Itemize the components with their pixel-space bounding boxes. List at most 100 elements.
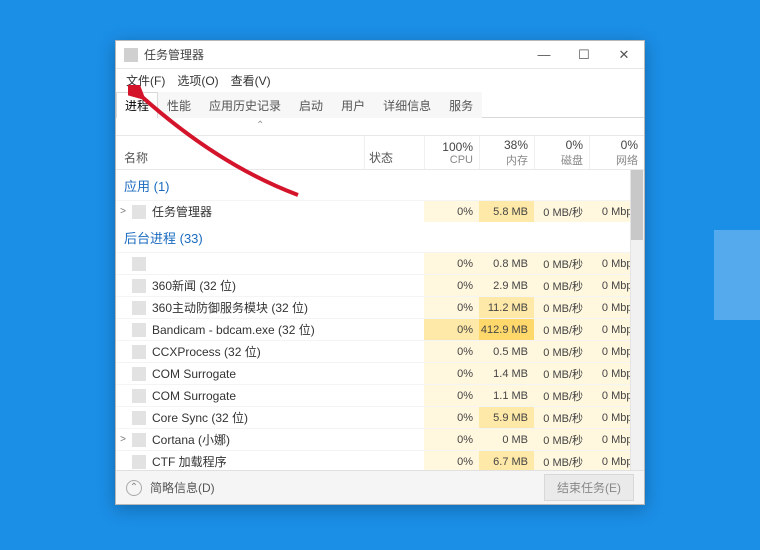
content-area: ⌃ 名称 状态 100% CPU 38% 内存 0% 磁盘 0% 网络 [116,118,644,470]
cell-disk: 0 MB/秒 [534,297,589,318]
minimize-button[interactable]: — [524,41,564,69]
net-percent: 0% [621,138,638,152]
process-row[interactable]: >任务管理器0%5.8 MB0 MB/秒0 Mbps [116,200,644,222]
cell-cpu: 0% [424,341,479,362]
header-spacer: ⌃ [116,118,644,136]
process-row[interactable]: COM Surrogate0%1.1 MB0 MB/秒0 Mbps [116,384,644,406]
cell-cpu: 0% [424,363,479,384]
menu-file[interactable]: 文件(F) [122,70,169,91]
cell-disk: 0 MB/秒 [534,319,589,340]
maximize-button[interactable]: ☐ [564,41,604,69]
cell-disk: 0 MB/秒 [534,385,589,406]
end-task-button[interactable]: 结束任务(E) [544,474,634,501]
cell-cpu: 0% [424,275,479,296]
col-status[interactable]: 状态 [364,136,424,169]
cell-memory: 5.8 MB [479,201,534,222]
process-row[interactable]: COM Surrogate0%1.4 MB0 MB/秒0 Mbps [116,362,644,384]
cell-cpu: 0% [424,407,479,428]
cell-cpu: 0% [424,297,479,318]
expand-icon[interactable]: > [116,434,130,445]
process-name: COM Surrogate [152,389,364,403]
col-name[interactable]: 名称 [116,136,364,169]
col-cpu[interactable]: 100% CPU [424,136,479,169]
process-icon [132,433,146,447]
mem-label: 内存 [506,152,528,168]
process-icon [132,205,146,219]
process-row[interactable]: Bandicam - bdcam.exe (32 位)0%412.9 MB0 M… [116,318,644,340]
cell-memory: 5.9 MB [479,407,534,428]
cell-cpu: 0% [424,451,479,470]
process-row[interactable]: >Cortana (小娜)0%0 MB0 MB/秒0 Mbps [116,428,644,450]
process-icon [132,301,146,315]
cell-cpu: 0% [424,319,479,340]
cell-disk: 0 MB/秒 [534,363,589,384]
menu-view[interactable]: 查看(V) [227,70,275,91]
process-row[interactable]: Core Sync (32 位)0%5.9 MB0 MB/秒0 Mbps [116,406,644,428]
cell-disk: 0 MB/秒 [534,429,589,450]
cell-memory: 1.1 MB [479,385,534,406]
process-icon [132,367,146,381]
menu-options[interactable]: 选项(O) [173,70,222,91]
process-row[interactable]: 0%0.8 MB0 MB/秒0 Mbps [116,252,644,274]
tab-details[interactable]: 详细信息 [374,92,440,118]
net-label: 网络 [616,152,638,168]
col-network[interactable]: 0% 网络 [589,136,644,169]
process-icon [132,455,146,469]
cell-cpu: 0% [424,429,479,450]
cell-memory: 6.7 MB [479,451,534,470]
col-memory[interactable]: 38% 内存 [479,136,534,169]
process-name: 360新闻 (32 位) [152,277,364,294]
process-icon [132,323,146,337]
cell-disk: 0 MB/秒 [534,341,589,362]
task-manager-window: 任务管理器 — ☐ ✕ 文件(F) 选项(O) 查看(V) 进程 性能 应用历史… [115,40,645,505]
titlebar[interactable]: 任务管理器 — ☐ ✕ [116,41,644,69]
app-icon [124,48,138,62]
group-background: 后台进程 (33) [116,222,644,252]
close-button[interactable]: ✕ [604,41,644,69]
disk-percent: 0% [566,138,583,152]
tab-startup[interactable]: 启动 [290,92,332,118]
tab-app-history[interactable]: 应用历史记录 [200,92,290,118]
cell-cpu: 0% [424,385,479,406]
cell-memory: 0 MB [479,429,534,450]
cell-memory: 1.4 MB [479,363,534,384]
process-icon [132,345,146,359]
tab-performance[interactable]: 性能 [158,92,200,118]
process-list: 应用 (1)>任务管理器0%5.8 MB0 MB/秒0 Mbps后台进程 (33… [116,170,644,470]
fewer-details-label[interactable]: 简略信息(D) [150,479,536,496]
chevron-icon: ⌃ [256,120,264,131]
cpu-percent: 100% [442,140,473,154]
expand-icon[interactable]: > [116,206,130,217]
process-row[interactable]: CCXProcess (32 位)0%0.5 MB0 MB/秒0 Mbps [116,340,644,362]
desktop-highlight [714,230,760,320]
col-disk[interactable]: 0% 磁盘 [534,136,589,169]
cell-memory: 2.9 MB [479,275,534,296]
process-name: 360主动防御服务模块 (32 位) [152,299,364,316]
cell-cpu: 0% [424,253,479,274]
fewer-details-icon[interactable]: ⌃ [126,480,142,496]
process-name: Core Sync (32 位) [152,409,364,426]
cell-cpu: 0% [424,201,479,222]
process-row[interactable]: 360新闻 (32 位)0%2.9 MB0 MB/秒0 Mbps [116,274,644,296]
scrollbar-track[interactable] [630,170,644,470]
column-headers: 名称 状态 100% CPU 38% 内存 0% 磁盘 0% 网络 [116,136,644,170]
process-row[interactable]: CTF 加载程序0%6.7 MB0 MB/秒0 Mbps [116,450,644,470]
process-name: CTF 加载程序 [152,453,364,470]
tab-bar: 进程 性能 应用历史记录 启动 用户 详细信息 服务 [116,91,644,118]
group-apps: 应用 (1) [116,170,644,200]
scrollbar-thumb[interactable] [631,170,643,240]
mem-percent: 38% [504,138,528,152]
process-icon [132,257,146,271]
cell-memory: 11.2 MB [479,297,534,318]
tab-services[interactable]: 服务 [440,92,482,118]
process-icon [132,389,146,403]
process-icon [132,279,146,293]
process-name: Bandicam - bdcam.exe (32 位) [152,321,364,338]
process-row[interactable]: 360主动防御服务模块 (32 位)0%11.2 MB0 MB/秒0 Mbps [116,296,644,318]
process-name: CCXProcess (32 位) [152,343,364,360]
tab-processes[interactable]: 进程 [116,92,158,118]
cell-memory: 0.5 MB [479,341,534,362]
cell-disk: 0 MB/秒 [534,407,589,428]
tab-users[interactable]: 用户 [332,92,374,118]
cpu-label: CPU [450,154,473,166]
